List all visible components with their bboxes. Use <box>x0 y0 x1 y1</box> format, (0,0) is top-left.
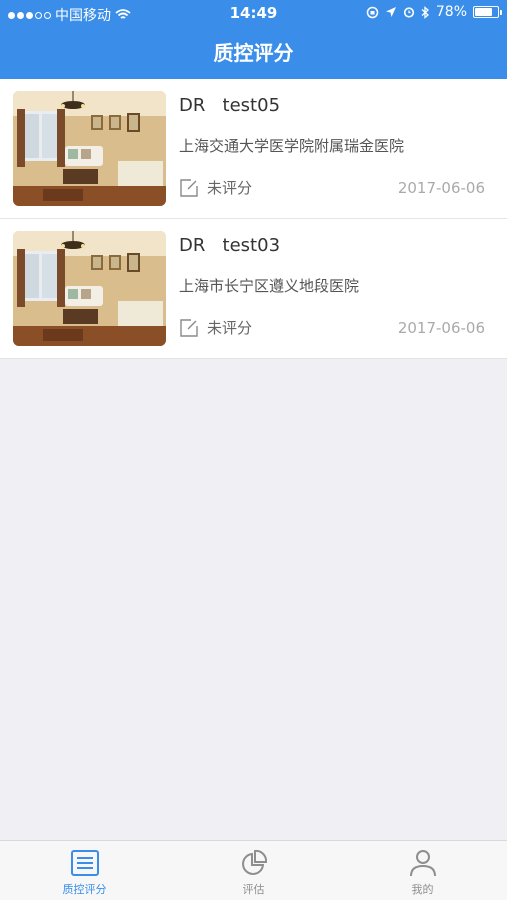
tab-label: 我的 <box>411 883 434 896</box>
tab-mine[interactable]: 我的 <box>338 841 507 900</box>
tab-bar: 质控评分 评估 我的 <box>0 840 507 900</box>
modality-label: DR <box>179 95 206 116</box>
tab-quality-score[interactable]: 质控评分 <box>0 841 169 900</box>
orientation-lock-icon <box>366 6 379 18</box>
tab-evaluate[interactable]: 评估 <box>169 841 338 900</box>
modality-label: DR <box>179 235 206 256</box>
hospital-name: 上海市长宁区遵义地段医院 <box>179 277 360 295</box>
tab-label: 评估 <box>242 883 265 896</box>
edit-icon <box>180 318 198 337</box>
room-thumbnail-image <box>13 91 166 206</box>
bluetooth-icon <box>421 5 429 19</box>
location-icon <box>385 7 396 17</box>
record-title: DR test03 <box>179 235 280 256</box>
tab-label: 质控评分 <box>62 883 107 896</box>
patient-name: test05 <box>222 95 281 116</box>
score-status-label: 未评分 <box>207 319 253 337</box>
record-date: 2017-06-06 <box>397 319 485 337</box>
record-title: DR test05 <box>179 95 280 116</box>
record-list: DR test05 上海交通大学医学院附属瑞金医院 未评分 2017-06-06 <box>0 79 507 359</box>
list-item[interactable]: DR test05 上海交通大学医学院附属瑞金医院 未评分 2017-06-06 <box>0 79 507 219</box>
page-title: 质控评分 <box>0 28 507 79</box>
list-icon <box>70 850 99 876</box>
pie-chart-icon <box>241 849 267 875</box>
patient-name: test03 <box>222 235 281 256</box>
score-status-label: 未评分 <box>207 179 253 197</box>
score-status: 未评分 <box>179 177 252 198</box>
status-bar: 中国移动 14:49 78% <box>0 0 507 28</box>
user-icon <box>409 850 436 877</box>
edit-icon <box>180 178 198 197</box>
record-date: 2017-06-06 <box>397 179 485 197</box>
battery-percent: 78% <box>435 4 467 20</box>
alarm-icon <box>403 7 414 18</box>
status-right: 78% <box>366 4 502 20</box>
hospital-name: 上海交通大学医学院附属瑞金医院 <box>179 137 405 155</box>
list-item[interactable]: DR test03 上海市长宁区遵义地段医院 未评分 2017-06-06 <box>0 219 507 359</box>
battery-icon <box>473 6 502 18</box>
room-thumbnail-image <box>13 231 166 346</box>
score-status: 未评分 <box>179 317 252 338</box>
